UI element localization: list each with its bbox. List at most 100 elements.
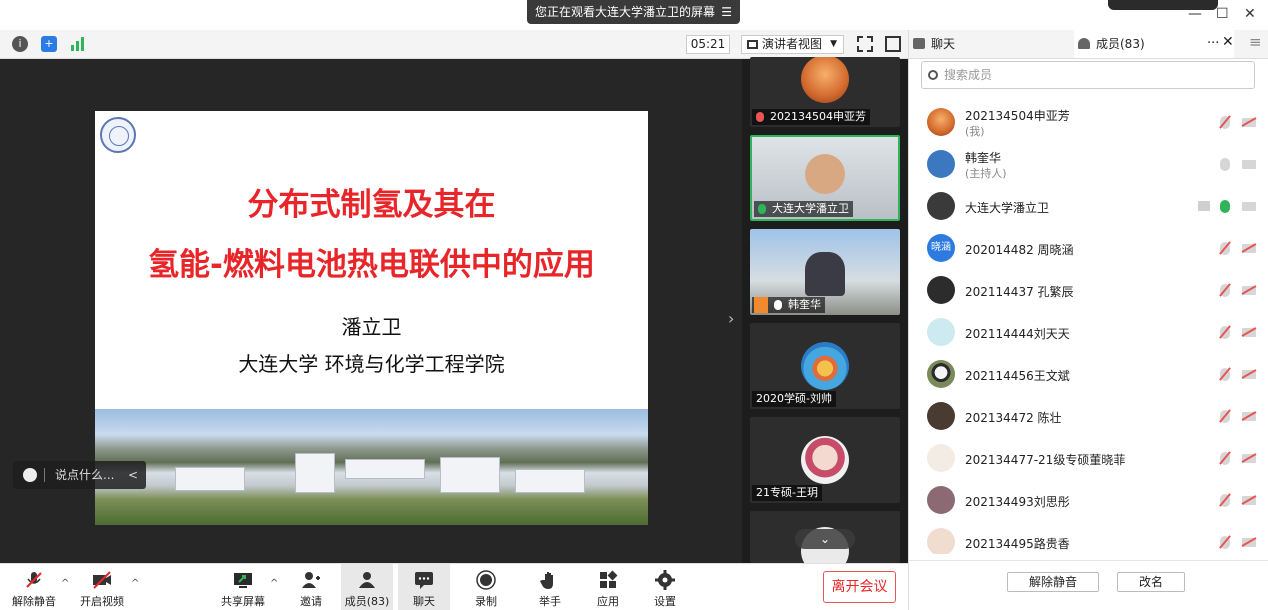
close-window-button[interactable]: ✕ — [1244, 6, 1256, 22]
mic-icon[interactable] — [1220, 158, 1230, 171]
tab-members[interactable]: 成员(83) ··· — [1074, 30, 1234, 58]
settings-button[interactable]: 设置 — [639, 564, 691, 610]
camera-off-icon[interactable] — [1242, 412, 1256, 421]
slide-title-line1: 分布式制氢及其在 — [247, 187, 496, 223]
toggle-panel-icon[interactable] — [885, 36, 901, 52]
scroll-down-icon[interactable]: ⌄ — [795, 529, 855, 549]
chat-input-placeholder: 说点什么... — [55, 468, 115, 482]
chevron-left-icon[interactable]: < — [128, 461, 138, 489]
member-search-input[interactable]: 搜索成员 — [921, 61, 1255, 89]
camera-off-icon — [93, 571, 111, 589]
start-video-button[interactable]: 开启视频 — [76, 564, 128, 610]
raise-hand-button[interactable]: 举手 — [524, 564, 576, 610]
camera-off-icon[interactable] — [1242, 370, 1256, 379]
member-row[interactable]: 韩奎华 (主持人) — [909, 144, 1268, 186]
emoji-icon[interactable] — [23, 468, 37, 482]
member-row[interactable]: 202114444刘天天 — [909, 312, 1268, 354]
mic-muted-icon[interactable] — [1220, 452, 1230, 465]
apps-button[interactable]: 应用 — [582, 564, 634, 610]
mic-active-icon[interactable] — [1220, 200, 1230, 213]
video-tile[interactable]: ⌄ — [750, 511, 900, 563]
member-row[interactable]: 202134493刘思彤 — [909, 480, 1268, 522]
mic-muted-icon[interactable] — [1220, 494, 1230, 507]
members-icon — [359, 572, 375, 588]
unmute-button[interactable]: 解除静音 — [8, 564, 60, 610]
participant-video — [805, 154, 845, 194]
chevron-up-icon[interactable]: ^ — [270, 578, 278, 589]
camera-off-icon[interactable] — [1242, 244, 1256, 253]
meeting-timer: 05:21 — [686, 35, 730, 54]
close-panel-icon[interactable]: ✕ — [1222, 34, 1234, 50]
maximize-button[interactable]: ☐ — [1216, 6, 1229, 22]
member-row[interactable]: 大连大学潘立卫 — [909, 186, 1268, 228]
chevron-right-icon[interactable]: › — [728, 309, 734, 328]
mic-muted-icon[interactable] — [1220, 242, 1230, 255]
video-tile[interactable]: 2020学硕-刘帅 — [750, 323, 900, 409]
chat-button[interactable]: 聊天 — [398, 564, 450, 610]
avatar — [927, 192, 955, 220]
avatar — [927, 318, 955, 346]
slide-author: 潘立卫 — [341, 315, 402, 339]
video-tile[interactable]: 韩奎华 — [750, 229, 900, 315]
chevron-up-icon[interactable]: ^ — [61, 578, 69, 589]
mic-muted-icon — [756, 112, 764, 122]
member-row[interactable]: 202114456王文斌 — [909, 354, 1268, 396]
share-screen-button[interactable]: 共享屏幕 — [217, 564, 269, 610]
camera-off-icon[interactable] — [1242, 496, 1256, 505]
camera-icon[interactable] — [1242, 160, 1256, 169]
video-tile[interactable]: 大连大学潘立卫 — [750, 135, 900, 221]
record-button[interactable]: 录制 — [460, 564, 512, 610]
member-role: (主持人) — [965, 167, 1007, 180]
banner-menu-icon[interactable]: ☰ — [721, 0, 732, 24]
leave-meeting-button[interactable]: 离开会议 — [823, 571, 896, 603]
add-user-icon — [302, 572, 320, 588]
camera-icon[interactable] — [1242, 202, 1256, 211]
mic-muted-icon[interactable] — [1220, 368, 1230, 381]
member-row[interactable]: 晓涵 202014482 周晓涵 — [909, 228, 1268, 270]
mic-muted-icon — [26, 572, 42, 588]
video-tile[interactable]: 202134504申亚芳 — [750, 57, 900, 127]
avatar — [927, 444, 955, 472]
member-row[interactable]: 202134504申亚芳 (我) — [909, 102, 1268, 144]
info-icon[interactable]: i — [12, 36, 28, 52]
mic-muted-icon[interactable] — [1220, 536, 1230, 549]
security-shield-icon[interactable]: + — [41, 36, 57, 52]
chevron-up-icon[interactable]: ^ — [131, 578, 139, 589]
camera-off-icon[interactable] — [1242, 454, 1256, 463]
member-row[interactable]: 202134495路贵香 — [909, 522, 1268, 554]
members-icon — [1078, 38, 1090, 49]
video-strip: 202134504申亚芳 大连大学潘立卫 韩奎华 2020学硕-刘帅 21专硕-… — [742, 57, 908, 563]
chat-quick-input[interactable]: 说点什么... < — [13, 461, 146, 489]
meeting-info-toolbar: i + 05:21 演讲者视图 ▼ — [0, 30, 908, 59]
search-icon — [928, 70, 938, 80]
panel-tabs: 聊天 成员(83) ··· ✕ ≡ — [909, 30, 1268, 59]
camera-off-icon[interactable] — [1242, 118, 1256, 127]
video-tile-name: 韩奎华 — [752, 297, 825, 313]
host-icon — [754, 297, 768, 313]
screen-share-icon — [1198, 201, 1210, 211]
view-mode-select[interactable]: 演讲者视图 ▼ — [741, 35, 844, 54]
minimize-button[interactable]: — — [1188, 6, 1202, 22]
more-icon[interactable]: ··· — [1207, 30, 1219, 58]
invite-button[interactable]: 邀请 — [285, 564, 337, 610]
fullscreen-icon[interactable] — [857, 36, 873, 52]
rename-button[interactable]: 改名 — [1117, 572, 1185, 592]
network-signal-icon[interactable] — [70, 36, 86, 52]
camera-off-icon[interactable] — [1242, 538, 1256, 547]
unmute-all-button[interactable]: 解除静音 — [1007, 572, 1099, 592]
mic-muted-icon[interactable] — [1220, 326, 1230, 339]
mic-muted-icon[interactable] — [1220, 116, 1230, 129]
member-name: 大连大学潘立卫 — [965, 201, 1050, 215]
camera-off-icon[interactable] — [1242, 286, 1256, 295]
tab-chat[interactable]: 聊天 — [909, 30, 1074, 58]
mic-muted-icon[interactable] — [1220, 410, 1230, 423]
video-tile[interactable]: 21专硕-王玥 — [750, 417, 900, 503]
panel-menu-icon[interactable]: ≡ — [1249, 33, 1262, 51]
camera-off-icon[interactable] — [1242, 328, 1256, 337]
member-row[interactable]: 202134477-21级专硕董晓菲 — [909, 438, 1268, 480]
member-row[interactable]: 202134472 陈壮 — [909, 396, 1268, 438]
member-row[interactable]: 202114437 孔繁辰 — [909, 270, 1268, 312]
member-name: 202114444刘天天 — [965, 327, 1070, 341]
members-button[interactable]: 成员(83) — [341, 564, 393, 610]
mic-muted-icon[interactable] — [1220, 284, 1230, 297]
